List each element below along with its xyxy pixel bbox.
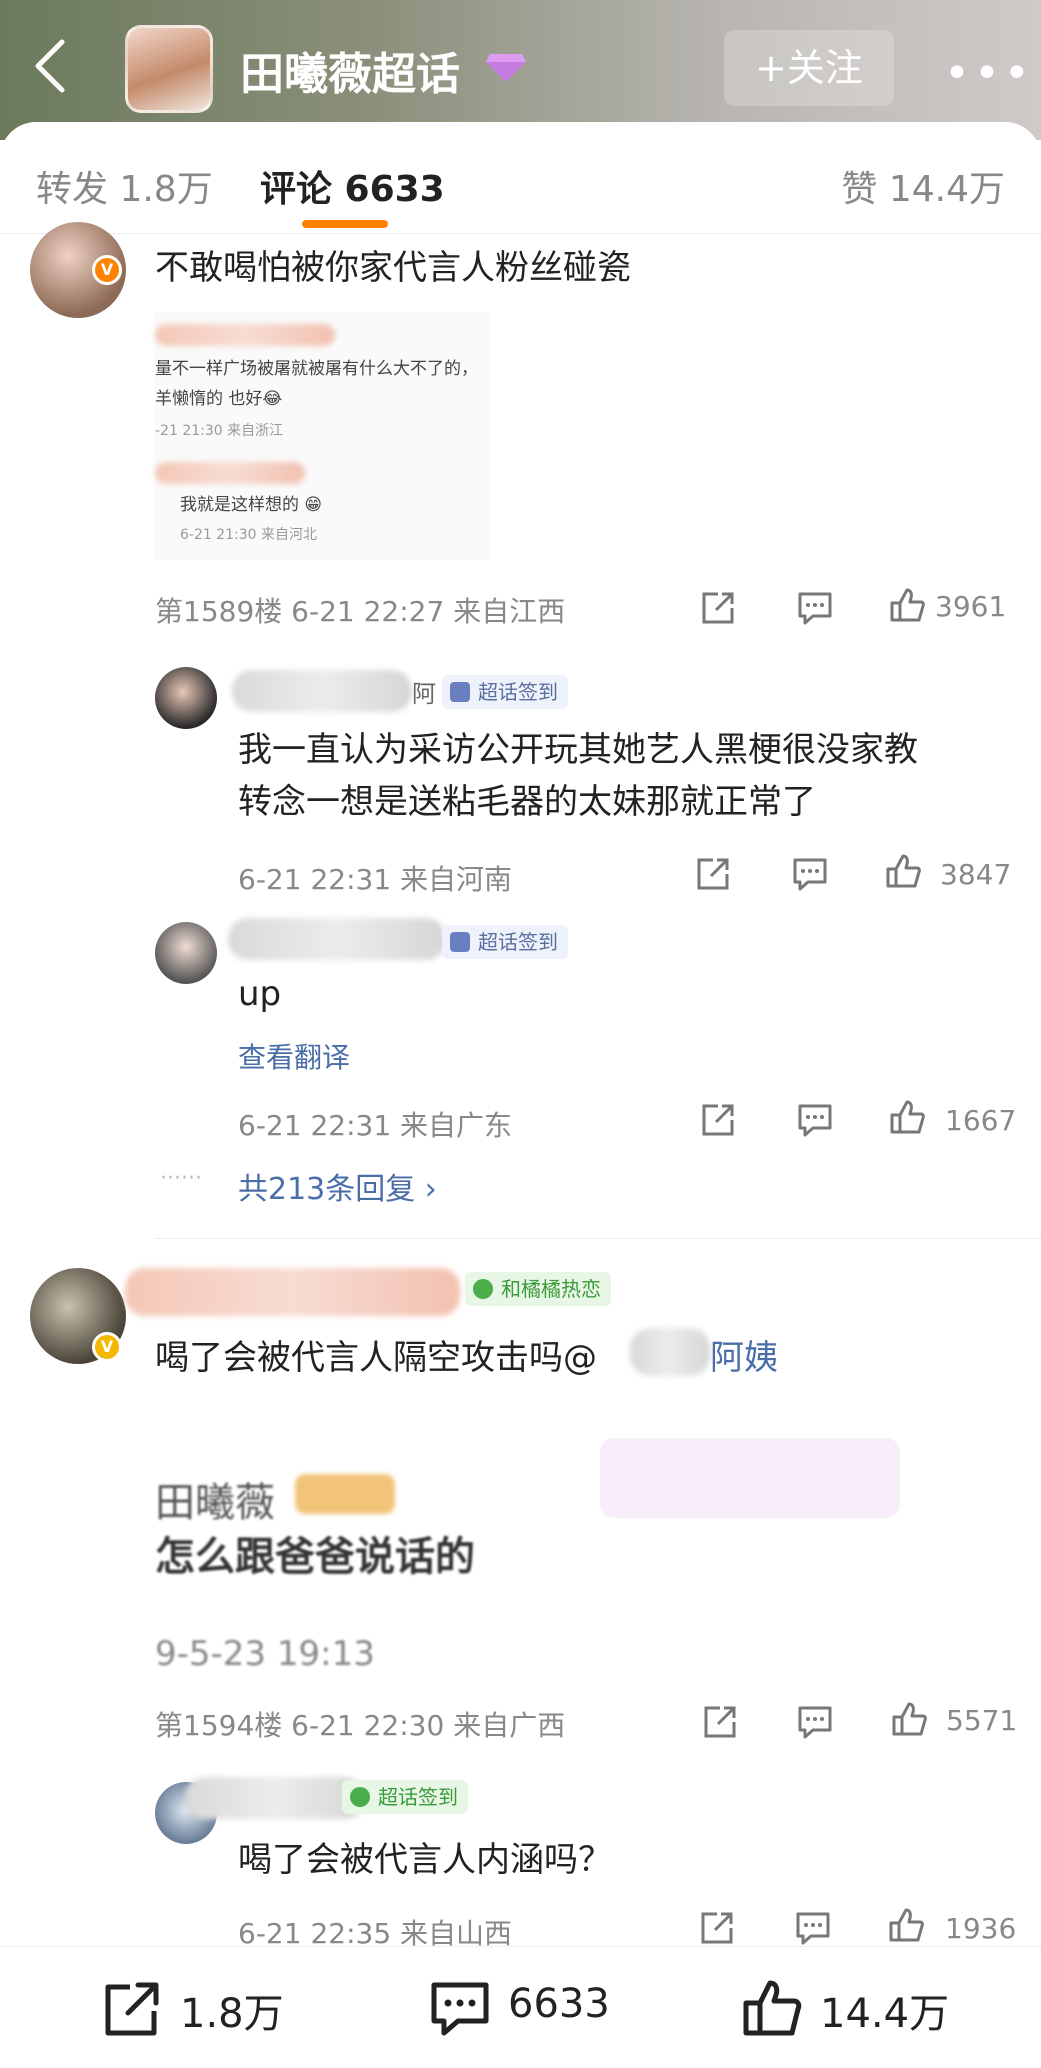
image-badge: [295, 1474, 395, 1514]
reply-icon[interactable]: [790, 854, 830, 894]
blurred-username: [232, 670, 412, 712]
checkin-badge: 超话签到: [442, 925, 568, 959]
share-icon[interactable]: [698, 588, 738, 628]
share-icon[interactable]: [698, 1100, 738, 1140]
tab-comments[interactable]: 评论 6633: [260, 160, 445, 212]
back-icon[interactable]: [28, 36, 78, 96]
verified-icon: V: [92, 255, 122, 285]
comment-sheet: 转发 1.8万 评论 6633 赞 14.4万 V 不敢喝怕被你家代言人粉丝碰瓷…: [0, 122, 1041, 2068]
page-title[interactable]: 田曦薇超话: [240, 38, 460, 102]
blurred-username: [155, 324, 335, 346]
like-count: 1936: [945, 1912, 1017, 1945]
tab-indicator: [302, 220, 388, 228]
avatar[interactable]: [155, 667, 217, 729]
checkin-icon: [450, 932, 470, 952]
blurred-username: [185, 1777, 365, 1819]
divider: [155, 1238, 1041, 1239]
share-icon[interactable]: [697, 1908, 737, 1948]
blurred-username: [125, 1268, 460, 1316]
comment-text: 不敢喝怕被你家代言人粉丝碰瓷: [155, 248, 631, 288]
ellipsis-dots: ······: [160, 1166, 202, 1191]
like-icon[interactable]: [888, 586, 928, 626]
like-count: 5571: [946, 1704, 1018, 1737]
comment-image[interactable]: 田曦薇 怎么跟爸爸说话的: [155, 1462, 495, 1632]
checkin-icon: [350, 1787, 370, 1807]
tab-bar: 转发 1.8万 评论 6633 赞 14.4万: [0, 122, 1041, 234]
comment-image[interactable]: 量不一样广场被屠就被屠有什么大不了的， 羊懒惰的 也好😂 -21 21:30 来…: [155, 312, 490, 560]
mention-link[interactable]: 阿姨: [710, 1330, 778, 1379]
reply-text: 我一直认为采访公开玩其她艺人黑梗很没家教: [238, 730, 918, 770]
top-bar: 田曦薇超话 +关注 •••: [0, 0, 1041, 140]
like-icon: [743, 1980, 802, 2036]
like-icon[interactable]: [884, 852, 924, 892]
like-icon[interactable]: [888, 1098, 928, 1138]
mention-highlight: [600, 1438, 900, 1518]
username-suffix: 阿: [412, 680, 436, 708]
like-count: 3961: [935, 590, 1007, 623]
reply-icon[interactable]: [793, 1908, 833, 1948]
checkin-badge: 超话签到: [342, 1780, 468, 1814]
image-text-line: 量不一样广场被屠就被屠有什么大不了的，: [155, 359, 478, 379]
image-text-line: -21 21:30 来自浙江: [155, 423, 284, 439]
bottom-action-bar: 1.8万 6633 14.4万: [0, 1946, 1041, 2068]
image-text-line: 羊懒惰的 也好😂: [155, 389, 283, 409]
reply-text: up: [238, 974, 282, 1014]
like-icon[interactable]: [887, 1906, 927, 1946]
comment-meta: 第1589楼 6-21 22:27 来自江西: [155, 595, 566, 628]
like-count: 1667: [945, 1104, 1017, 1137]
blurred-username: [155, 462, 305, 484]
avatar[interactable]: [155, 922, 217, 984]
reply-meta: 6-21 22:31 来自广东: [238, 1109, 513, 1142]
blurred-username: [228, 918, 446, 960]
blurred-mention: [630, 1328, 710, 1376]
comment-count: 6633: [508, 1981, 610, 2027]
more-replies-link[interactable]: 共213条回复 ›: [238, 1164, 437, 1208]
image-text-line: 怎么跟爸爸说话的: [155, 1534, 475, 1580]
repost-count: 1.8万: [180, 1991, 284, 2037]
reply-text: 喝了会被代言人内涵吗？: [238, 1840, 612, 1880]
image-text-line: 我就是这样想的 😁: [180, 495, 323, 515]
share-icon[interactable]: [700, 1702, 740, 1742]
image-text-line: 田曦薇: [155, 1480, 275, 1526]
reply-text: 转念一想是送粘毛器的太妹那就正常了: [238, 782, 816, 822]
fan-badge: 和橘橘热恋: [465, 1272, 611, 1306]
translate-link[interactable]: 查看翻译: [238, 1036, 350, 1076]
heart-leaf-icon: [473, 1279, 493, 1299]
reply-icon[interactable]: [795, 1702, 835, 1742]
comment-button[interactable]: 6633: [428, 1977, 648, 2037]
follow-button[interactable]: +关注: [724, 30, 894, 106]
topic-avatar[interactable]: [125, 25, 213, 113]
like-count: 3847: [940, 858, 1012, 891]
reply-icon[interactable]: [795, 588, 835, 628]
checkin-icon: [450, 682, 470, 702]
like-button[interactable]: 14.4万: [740, 1977, 980, 2037]
reply-icon[interactable]: [795, 1100, 835, 1140]
checkin-badge: 超话签到: [442, 675, 568, 709]
verified-icon: V: [92, 1332, 122, 1362]
image-text-line: 6-21 21:30 来自河北: [180, 527, 318, 543]
repost-icon: [105, 1982, 159, 2036]
share-icon[interactable]: [693, 854, 733, 894]
repost-button[interactable]: 1.8万: [100, 1977, 320, 2037]
comment-meta: 第1594楼 6-21 22:30 来自广西: [155, 1709, 566, 1742]
diamond-icon: [484, 50, 528, 84]
like-total: 14.4万: [820, 1991, 950, 2037]
tab-repost[interactable]: 转发 1.8万: [36, 160, 213, 212]
comment-icon: [431, 1982, 489, 2036]
reply-meta: 6-21 22:31 来自河南: [238, 863, 513, 896]
tab-likes[interactable]: 赞 14.4万: [841, 160, 1005, 212]
like-icon[interactable]: [890, 1700, 930, 1740]
image-text-line: 9-5-23 19:13: [155, 1634, 375, 1674]
comment-text: 喝了会被代言人隔空攻击吗@: [155, 1338, 597, 1378]
more-options-icon[interactable]: •••: [944, 48, 1030, 99]
